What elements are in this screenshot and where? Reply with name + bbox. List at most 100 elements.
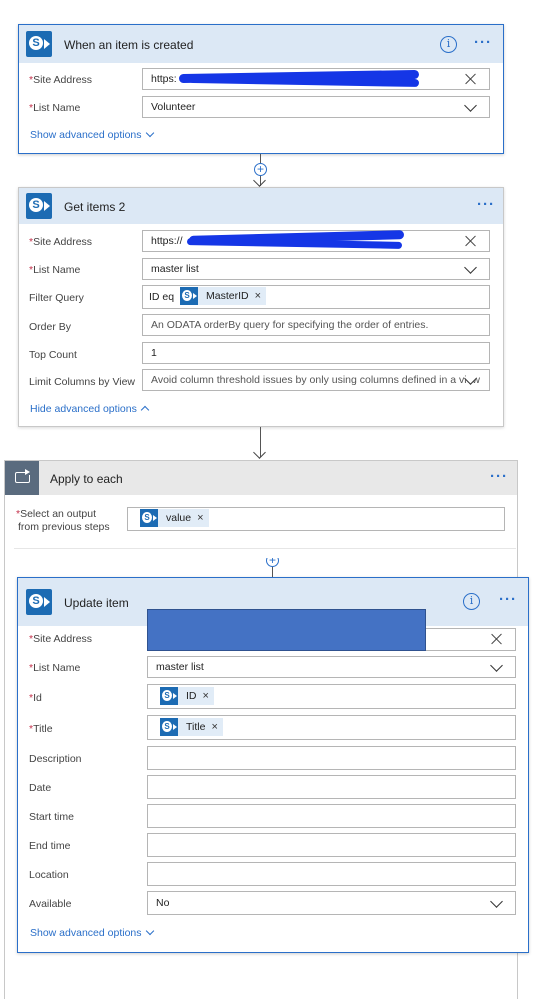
dynamic-content-token[interactable]: Title × <box>160 718 223 736</box>
redaction-box <box>147 609 426 651</box>
sharepoint-icon: S <box>26 31 52 57</box>
list-name-dropdown[interactable]: Volunteer <box>142 96 490 118</box>
list-name-label: *List Name <box>29 102 81 114</box>
sharepoint-icon <box>180 287 199 305</box>
clear-icon[interactable] <box>465 73 477 85</box>
filter-query-text: ID eq <box>149 291 175 303</box>
list-name-value: master list <box>156 661 204 673</box>
token-label: value <box>166 512 192 524</box>
chevron-down-icon[interactable] <box>464 261 477 274</box>
start-time-input[interactable] <box>147 804 516 828</box>
trigger-card-title: When an item is created <box>64 38 194 52</box>
order-by-input[interactable]: An ODATA orderBy query for specifying th… <box>142 314 490 336</box>
top-count-value: 1 <box>151 347 157 359</box>
description-label: Description <box>29 753 82 765</box>
list-name-value: Volunteer <box>151 101 196 113</box>
get-items-card: S Get items 2 ··· *Site Address https://… <box>18 187 504 427</box>
connector-line <box>272 567 273 577</box>
limit-columns-dropdown[interactable]: Avoid column threshold issues by only us… <box>142 369 490 391</box>
show-advanced-options-link[interactable]: Show advanced options <box>30 926 154 939</box>
site-address-value: https:// <box>151 235 183 247</box>
start-time-label: Start time <box>29 811 74 823</box>
location-input[interactable] <box>147 862 516 886</box>
arrow-down-icon <box>253 174 266 187</box>
limit-columns-label: Limit Columns by View <box>29 376 136 388</box>
date-label: Date <box>29 782 52 794</box>
sharepoint-icon: S <box>26 589 52 615</box>
site-address-label: *Site Address <box>29 74 93 86</box>
apply-to-each-header[interactable]: Apply to each ··· <box>5 461 517 495</box>
top-count-label: Top Count <box>29 349 77 361</box>
site-address-label: *Site Address <box>29 236 93 248</box>
chevron-down-icon <box>145 926 154 936</box>
description-input[interactable] <box>147 746 516 770</box>
hide-advanced-options-link[interactable]: Hide advanced options <box>30 403 150 415</box>
show-advanced-options-link[interactable]: Show advanced options <box>30 128 154 141</box>
available-dropdown[interactable]: No <box>147 891 516 915</box>
info-icon[interactable]: i <box>440 36 457 53</box>
chevron-down-icon[interactable] <box>490 659 503 672</box>
available-label: Available <box>29 898 72 910</box>
title-input[interactable]: Title × <box>147 715 516 740</box>
remove-token-icon[interactable]: × <box>203 686 214 706</box>
date-input[interactable] <box>147 775 516 799</box>
title-label: *Title <box>29 723 53 735</box>
sharepoint-icon <box>160 687 178 705</box>
chevron-down-icon[interactable] <box>490 895 503 908</box>
list-name-value: master list <box>151 263 199 275</box>
filter-query-input[interactable]: ID eq MasterID × <box>142 285 490 309</box>
more-options-icon[interactable]: ··· <box>490 468 508 485</box>
filter-query-label: Filter Query <box>29 292 84 304</box>
chevron-down-icon <box>145 128 154 138</box>
loop-inner-divider <box>14 548 516 549</box>
more-options-icon[interactable]: ··· <box>474 34 492 51</box>
token-label: ID <box>186 690 197 702</box>
list-name-dropdown[interactable]: master list <box>142 258 490 280</box>
add-step-icon[interactable]: + <box>254 163 267 176</box>
clear-icon[interactable] <box>491 633 503 645</box>
clear-icon[interactable] <box>465 235 477 247</box>
get-items-card-title: Get items 2 <box>64 200 126 214</box>
token-label: Title <box>186 721 206 733</box>
limit-columns-placeholder: Avoid column threshold issues by only us… <box>151 374 480 386</box>
list-name-label: *List Name <box>29 264 81 276</box>
remove-token-icon[interactable]: × <box>255 286 266 306</box>
sharepoint-icon <box>160 718 178 736</box>
order-by-label: Order By <box>29 321 72 333</box>
site-address-label: *Site Address <box>29 633 93 645</box>
end-time-label: End time <box>29 840 71 852</box>
update-item-title: Update item <box>64 596 129 610</box>
order-by-placeholder: An ODATA orderBy query for specifying th… <box>151 319 429 331</box>
select-output-input[interactable]: value × <box>127 507 505 531</box>
token-label: MasterID <box>206 290 249 302</box>
list-name-dropdown[interactable]: master list <box>147 656 516 678</box>
top-count-input[interactable]: 1 <box>142 342 490 364</box>
site-address-value: https: <box>151 73 177 85</box>
list-name-label: *List Name <box>29 662 81 674</box>
sharepoint-icon: S <box>26 193 52 219</box>
update-item-card: S Update item i ··· *Site Address *List … <box>17 577 529 953</box>
dynamic-content-token[interactable]: ID × <box>160 687 214 705</box>
get-items-card-header[interactable]: S Get items 2 ··· <box>19 188 503 224</box>
id-input[interactable]: ID × <box>147 684 516 709</box>
chevron-up-icon <box>140 405 150 415</box>
dynamic-content-token[interactable]: value × <box>140 509 209 527</box>
remove-token-icon[interactable]: × <box>197 508 208 528</box>
id-label: *Id <box>29 692 42 704</box>
more-options-icon[interactable]: ··· <box>499 591 517 608</box>
select-output-label: *Select an output from previous steps <box>16 508 110 533</box>
chevron-down-icon[interactable] <box>464 99 477 112</box>
trigger-card-header[interactable]: S When an item is created i ··· <box>19 25 503 63</box>
sharepoint-icon <box>140 509 158 527</box>
available-value: No <box>156 897 170 909</box>
info-icon[interactable]: i <box>463 593 480 610</box>
end-time-input[interactable] <box>147 833 516 857</box>
location-label: Location <box>29 869 69 881</box>
remove-token-icon[interactable]: × <box>211 717 222 737</box>
apply-to-each-title: Apply to each <box>50 472 123 486</box>
more-options-icon[interactable]: ··· <box>477 196 495 213</box>
dynamic-content-token[interactable]: MasterID × <box>180 286 267 306</box>
trigger-card: S When an item is created i ··· *Site Ad… <box>18 24 504 154</box>
loop-icon <box>5 461 39 495</box>
arrow-down-icon <box>253 446 266 459</box>
